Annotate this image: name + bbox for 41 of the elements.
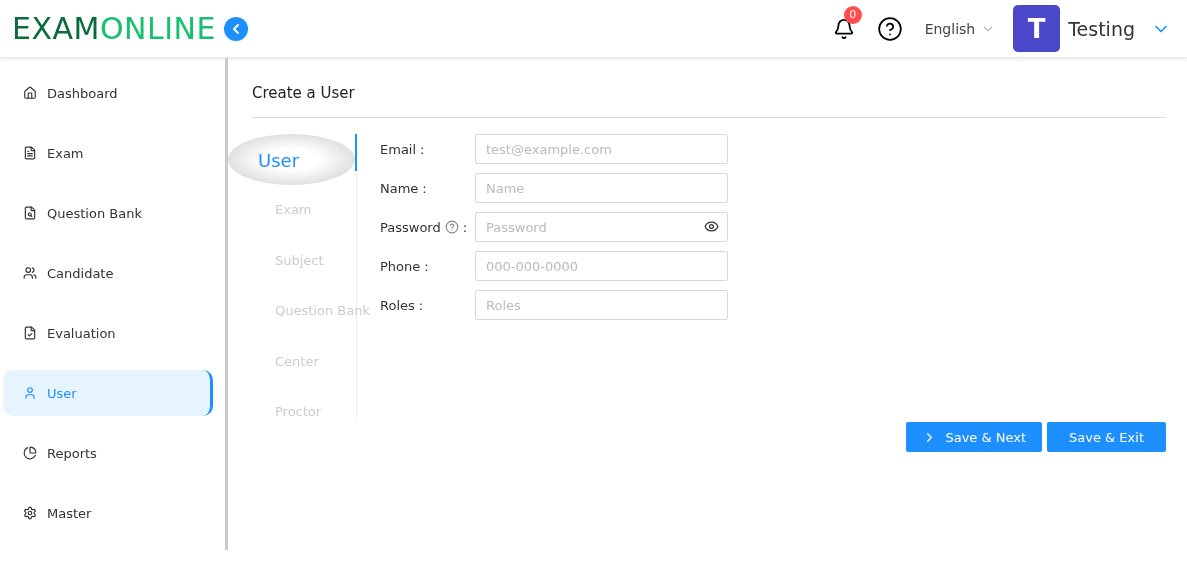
gear-icon: [23, 506, 37, 520]
user-name[interactable]: Testing: [1068, 17, 1135, 40]
input-field[interactable]: Roles: [475, 290, 728, 320]
home-icon: [23, 86, 37, 100]
field-label: Password: [380, 219, 441, 235]
input-field[interactable]: Name: [475, 173, 728, 203]
collapse-button[interactable]: [223, 16, 248, 41]
sidebar-item[interactable]: Dashboard: [3, 70, 213, 116]
sidebar-item[interactable]: Question Bank: [3, 190, 213, 236]
colon: :: [420, 141, 425, 157]
colon: :: [418, 297, 424, 313]
colon: :: [422, 180, 427, 196]
logo-text: EXAM: [12, 11, 100, 46]
sidebar-item[interactable]: Master: [3, 490, 213, 536]
check-document-icon: [23, 326, 37, 340]
search-document-icon: [23, 206, 37, 220]
eye-icon[interactable]: [704, 219, 719, 234]
sidebar-item[interactable]: Evaluation: [3, 310, 213, 356]
document-icon: [23, 146, 37, 160]
field-label: Name: [380, 180, 419, 196]
field-label: Email: [380, 141, 417, 157]
avatar[interactable]: T: [1013, 5, 1061, 52]
colon: :: [424, 258, 429, 274]
sidebar-item[interactable]: Candidate: [3, 250, 213, 296]
field-label: Roles: [380, 297, 415, 313]
pie-chart-icon: [23, 446, 37, 460]
colon: :: [462, 219, 468, 235]
sidebar-item[interactable]: Exam: [3, 130, 213, 176]
field-label: Phone: [380, 258, 421, 274]
bell-icon[interactable]: [832, 17, 855, 40]
notification-badge: 0: [843, 5, 862, 24]
sidebar-item[interactable]: Reports: [3, 430, 213, 476]
people-icon: [23, 266, 37, 280]
input-field[interactable]: 000-000-0000: [475, 251, 728, 281]
input-field[interactable]: test@example.com: [475, 134, 728, 164]
logo-text: ONLINE: [99, 11, 216, 46]
input-field[interactable]: Password: [475, 212, 728, 242]
help-icon[interactable]: [876, 15, 903, 42]
user-icon: [23, 386, 37, 400]
page-title: Create a User: [252, 84, 1166, 118]
language-select[interactable]: English: [924, 20, 996, 37]
